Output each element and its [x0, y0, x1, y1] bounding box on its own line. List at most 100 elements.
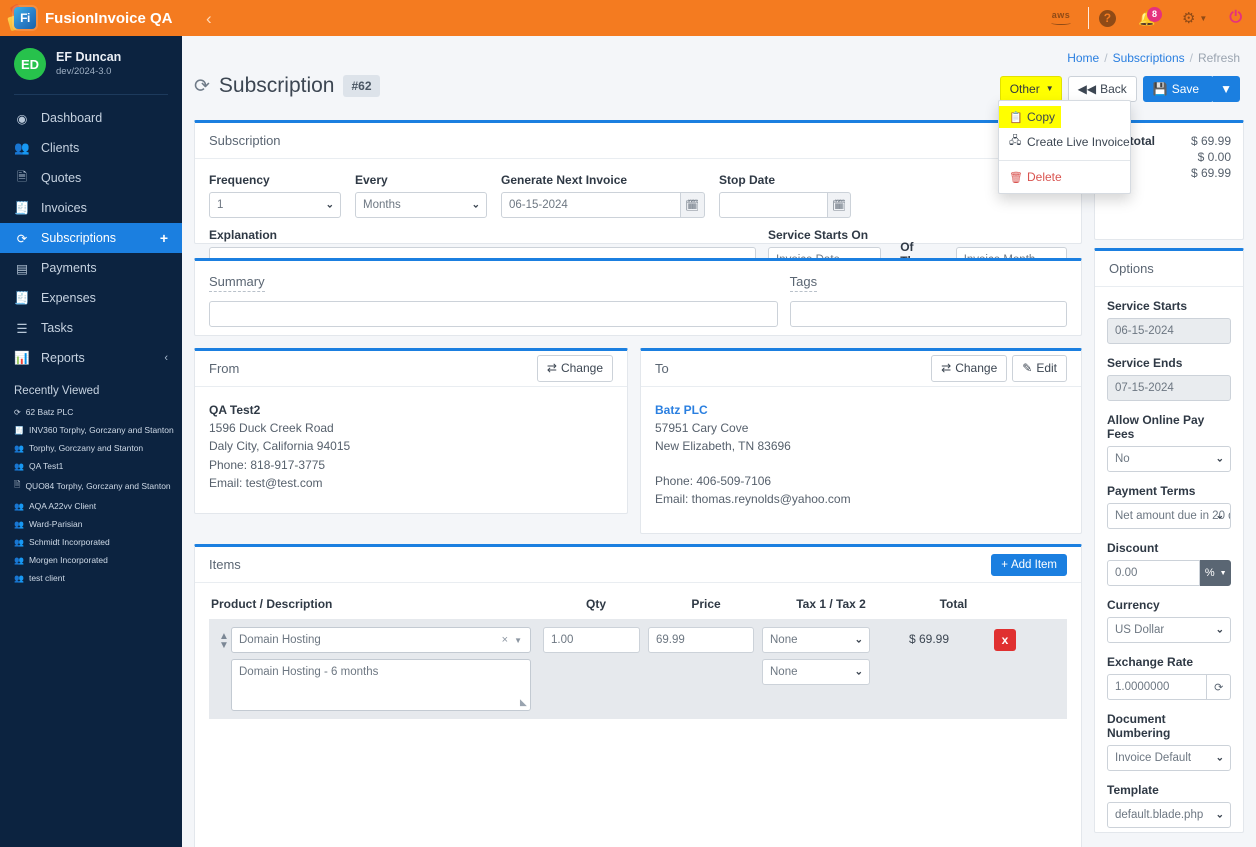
help-icon[interactable]: ?: [1098, 0, 1116, 36]
product-select[interactable]: Domain Hosting × ▼: [231, 627, 531, 653]
to-edit-button[interactable]: ✎ Edit: [1012, 355, 1067, 382]
service-starts-input[interactable]: 06-15-2024: [1107, 318, 1231, 344]
clients-icon: 👥: [14, 140, 30, 155]
currency-select[interactable]: US Dollar: [1107, 617, 1231, 643]
client-icon: 👥: [14, 501, 24, 511]
recently-viewed-label: QA Test1: [28, 461, 64, 471]
to-line1: 57951 Cary Cove: [655, 421, 749, 436]
sidebar-item-dashboard[interactable]: ◉ Dashboard: [0, 103, 182, 133]
save-dropdown-caret[interactable]: ▼: [1213, 76, 1240, 103]
tags-input[interactable]: [789, 301, 1067, 327]
summary-input[interactable]: [209, 301, 778, 327]
sidebar-item-payments[interactable]: ▤ Payments: [0, 253, 182, 283]
to-name-link[interactable]: Batz PLC: [655, 401, 1067, 419]
discount-unit-dropdown[interactable]: % ▼: [1200, 560, 1231, 586]
document-numbering-select[interactable]: Invoice Default: [1107, 745, 1231, 771]
field-payment-terms: Payment Terms Net amount due in 20 da ⌄: [1107, 484, 1231, 529]
back-button[interactable]: ◀◀ Back: [1067, 76, 1137, 103]
from-line2: Daly City, California 94015: [209, 439, 351, 454]
clear-icon[interactable]: ×: [502, 634, 508, 646]
sidebar-item-label: Clients: [41, 141, 80, 155]
sidebar-item-expenses[interactable]: 🧾 Expenses: [0, 283, 182, 313]
calendar-icon[interactable]: 🗓: [680, 192, 705, 218]
exchange-rate-input[interactable]: 1.0000000: [1107, 674, 1208, 700]
sidebar-item-invoices[interactable]: 🧾 Invoices: [0, 193, 182, 223]
stop-date-input[interactable]: [719, 192, 829, 218]
refresh-rate-icon[interactable]: ⟳: [1207, 674, 1231, 700]
tags-label: Tags: [789, 274, 818, 292]
other-dropdown-button[interactable]: Other ▼: [999, 76, 1062, 103]
field-document-numbering: Document Numbering Invoice Default ⌄: [1107, 712, 1231, 771]
breadcrumb: Home / Subscriptions / Refresh: [1067, 51, 1240, 65]
plus-icon: +: [1001, 558, 1008, 571]
from-phone: Phone: 818-917-3775: [209, 457, 326, 472]
breadcrumb-refresh[interactable]: Refresh: [1198, 51, 1240, 65]
from-change-button[interactable]: ⇄ Change: [536, 355, 613, 382]
sidebar-item-reports[interactable]: 📊 Reports ‹: [0, 343, 182, 373]
logout-power-icon[interactable]: ⏻: [1229, 0, 1242, 36]
save-button[interactable]: 💾 Save: [1142, 76, 1215, 103]
brand-block[interactable]: Fi FusionInvoice QA: [0, 0, 182, 36]
payments-icon: ▤: [16, 261, 28, 276]
chevron-left-icon[interactable]: ‹: [164, 352, 168, 364]
list-item[interactable]: 🧾 INV360 Torphy, Gorczany and Stanton: [0, 421, 182, 439]
payment-terms-select[interactable]: Net amount due in 20 da: [1107, 503, 1231, 529]
field-currency: Currency US Dollar ⌄: [1107, 598, 1231, 643]
template-select[interactable]: default.blade.php: [1107, 802, 1231, 828]
sidebar-item-subscriptions[interactable]: ⟳ Subscriptions +: [0, 223, 182, 253]
calendar-icon[interactable]: 🗓: [828, 192, 851, 218]
item-qty-input[interactable]: 1.00: [543, 627, 640, 653]
field-generate-next-invoice: Generate Next Invoice 06-15-2024 🗓: [501, 173, 705, 218]
sidebar-item-label: Subscriptions: [41, 231, 117, 245]
list-item[interactable]: 👥 test client: [0, 569, 182, 587]
generate-next-invoice-input[interactable]: 06-15-2024: [501, 192, 681, 218]
recently-viewed-label: 62 Batz PLC: [25, 407, 74, 417]
sidebar-item-clients[interactable]: 👥 Clients: [0, 133, 182, 163]
notifications-bell-icon[interactable]: 🔔 8: [1138, 0, 1162, 36]
sidebar-collapse-icon[interactable]: ‹: [206, 10, 212, 27]
delete-item-button[interactable]: x: [994, 629, 1016, 651]
list-item[interactable]: 👥 Torphy, Gorczany and Stanton: [0, 439, 182, 457]
invoice-icon: 🧾: [14, 425, 24, 435]
list-item[interactable]: 👥 AQA A22vv Client: [0, 497, 182, 515]
totals-value-3: $ 69.99: [1190, 166, 1231, 180]
sidebar-divider: [14, 94, 168, 95]
item-description-textarea[interactable]: Domain Hosting - 6 months ◢: [231, 659, 531, 711]
item-tax2-select[interactable]: None: [762, 659, 870, 685]
frequency-select[interactable]: 1: [209, 192, 341, 218]
list-item[interactable]: 👥 Ward-Parisian: [0, 515, 182, 533]
drag-handle-icon[interactable]: ▲ ▼: [217, 627, 231, 651]
back-icon: ◀◀: [1077, 82, 1097, 96]
settings-gear-icon[interactable]: ⚙ ▼: [1182, 0, 1207, 36]
breadcrumb-home[interactable]: Home: [1067, 51, 1099, 65]
allow-online-pay-select[interactable]: No: [1107, 446, 1231, 472]
list-item[interactable]: ⟳ 62 Batz PLC: [0, 403, 182, 421]
breadcrumb-subscriptions[interactable]: Subscriptions: [1113, 51, 1185, 65]
topbar-divider: [1087, 7, 1089, 29]
from-panel-title: From: [209, 361, 240, 376]
user-profile[interactable]: ED EF Duncan dev/2024-3.0: [0, 36, 182, 94]
sidebar-item-label: Payments: [41, 261, 97, 275]
menu-item-copy[interactable]: 📋 Copy: [999, 106, 1061, 128]
discount-input[interactable]: 0.00: [1107, 560, 1201, 586]
service-ends-input[interactable]: 07-15-2024: [1107, 375, 1231, 401]
sidebar-item-quotes[interactable]: 🗎 Quotes: [0, 163, 182, 193]
item-price-input[interactable]: 69.99: [648, 627, 754, 653]
resize-grip-icon[interactable]: ◢: [520, 697, 527, 708]
summary-panel: Summary Tags: [194, 258, 1082, 336]
list-item[interactable]: 👥 Morgen Incorporated: [0, 551, 182, 569]
list-item[interactable]: 🗎 QUO84 Torphy, Gorczany and Stanton: [0, 475, 182, 497]
client-icon: 👥: [14, 443, 24, 453]
recently-viewed-label: Torphy, Gorczany and Stanton: [28, 443, 144, 453]
field-allow-online-pay-fees: Allow Online Pay Fees No ⌄: [1107, 413, 1231, 472]
add-item-button[interactable]: + Add Item: [991, 553, 1067, 576]
sidebar-item-tasks[interactable]: ☰ Tasks: [0, 313, 182, 343]
list-item[interactable]: 👥 Schmidt Incorporated: [0, 533, 182, 551]
to-change-button[interactable]: ⇄ Change: [931, 355, 1008, 382]
add-subscription-icon[interactable]: +: [160, 230, 168, 246]
every-select[interactable]: Months: [355, 192, 487, 218]
list-item[interactable]: 👥 QA Test1: [0, 457, 182, 475]
menu-item-delete[interactable]: 🗑 Delete: [999, 166, 1130, 188]
item-tax1-select[interactable]: None: [762, 627, 870, 653]
menu-item-create-live-invoice[interactable]: 🖧 Create Live Invoice: [999, 128, 1130, 155]
